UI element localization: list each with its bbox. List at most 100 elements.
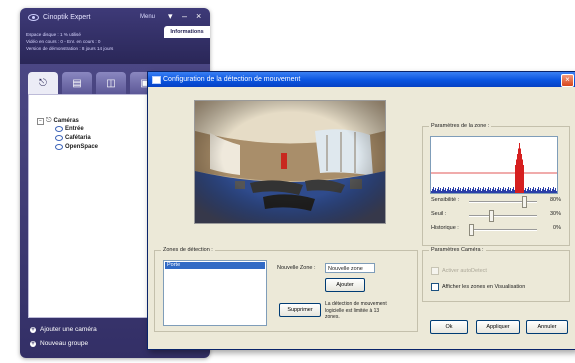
enable-detection-checkbox[interactable]: Activer autoDetect bbox=[431, 267, 487, 275]
histogram-bar bbox=[516, 159, 517, 193]
histogram-bar bbox=[457, 189, 458, 193]
tree-item-openspace[interactable]: OpenSpace bbox=[55, 144, 98, 150]
histogram-bar bbox=[484, 190, 485, 193]
new-group-label: Nouveau groupe bbox=[40, 340, 89, 347]
tree-item-cafetaria[interactable]: Cafétaria bbox=[55, 135, 91, 141]
threshold-label: Seuil : bbox=[431, 211, 447, 217]
histogram-bar bbox=[439, 190, 440, 193]
show-zones-checkbox[interactable]: Afficher les zones en Visualisation bbox=[431, 283, 525, 291]
histogram-bar bbox=[549, 190, 550, 193]
history-slider[interactable]: Historique : 0% bbox=[431, 223, 561, 236]
zone-params-label: Paramètres de la zone : bbox=[429, 123, 492, 129]
histogram-bar bbox=[460, 188, 461, 193]
slider-track[interactable] bbox=[469, 201, 537, 203]
histogram-bar bbox=[525, 188, 526, 193]
histogram-bar bbox=[517, 154, 518, 193]
plus-icon: + bbox=[30, 326, 36, 333]
sensitivity-slider[interactable]: Sensibilité : 80% bbox=[431, 195, 561, 208]
histogram-bar bbox=[515, 165, 516, 193]
camera-preview[interactable] bbox=[194, 100, 386, 224]
histogram-bar bbox=[491, 191, 492, 193]
tree-item-entree[interactable]: Entrée bbox=[55, 126, 84, 132]
histogram-bar bbox=[431, 191, 432, 193]
histogram-bar bbox=[524, 190, 525, 193]
histogram-bar bbox=[538, 187, 539, 193]
histogram-bar bbox=[434, 190, 435, 193]
histogram-bar bbox=[482, 189, 483, 193]
histogram-bar bbox=[504, 190, 505, 193]
histogram-bar bbox=[479, 190, 480, 193]
new-group-link[interactable]: + Nouveau groupe bbox=[30, 340, 88, 347]
tab-monitor[interactable]: ▤ bbox=[62, 72, 92, 94]
histogram-bar bbox=[481, 191, 482, 193]
tree-item-label: OpenSpace bbox=[65, 144, 99, 150]
camera-eye-icon bbox=[55, 126, 63, 132]
histogram-bar bbox=[554, 190, 555, 193]
histogram-bar bbox=[489, 190, 490, 193]
plus-icon: + bbox=[30, 340, 36, 347]
dialog-close-button[interactable]: × bbox=[561, 74, 574, 87]
monitor-icon: ▤ bbox=[72, 77, 82, 89]
dialog-title: Configuration de la détection de mouveme… bbox=[163, 76, 301, 83]
histogram-bar bbox=[521, 154, 522, 193]
list-item[interactable]: Porte bbox=[165, 262, 265, 269]
histogram-bar bbox=[544, 190, 545, 193]
histogram-bar bbox=[464, 190, 465, 193]
add-camera-link[interactable]: + Ajouter une caméra bbox=[30, 326, 97, 333]
histogram-bar bbox=[503, 187, 504, 193]
histogram-bar bbox=[514, 190, 515, 193]
histogram-bar bbox=[531, 191, 532, 193]
detection-zones-group: Zones de détection : Porte Nouvelle Zone… bbox=[154, 247, 418, 332]
histogram-bar bbox=[476, 191, 477, 193]
tree-item-label: Cafétaria bbox=[65, 135, 91, 141]
histogram-bar bbox=[466, 191, 467, 193]
new-zone-input[interactable]: Nouvelle zone bbox=[325, 263, 375, 273]
camera-params-label: Paramètres Caméra : bbox=[429, 247, 486, 253]
histogram-bar bbox=[488, 187, 489, 193]
histogram-bar bbox=[540, 188, 541, 193]
zones-list[interactable]: Porte bbox=[163, 260, 267, 326]
slider-track[interactable] bbox=[469, 229, 537, 231]
eye-logo-icon bbox=[28, 14, 39, 21]
slider-track[interactable] bbox=[469, 215, 537, 217]
menu-dropdown-icon[interactable]: ▾ bbox=[168, 11, 173, 22]
histogram-bar bbox=[432, 189, 433, 193]
histogram-bar bbox=[471, 191, 472, 193]
histogram-bar bbox=[551, 191, 552, 193]
history-thumb[interactable] bbox=[469, 224, 474, 236]
histogram-bar bbox=[535, 188, 536, 193]
histogram-bar bbox=[433, 187, 434, 193]
add-zone-button[interactable]: Ajouter bbox=[325, 278, 365, 292]
zone-params-group: Paramètres de la zone : Sensibilité : 80… bbox=[422, 123, 570, 246]
ok-button[interactable]: Ok bbox=[430, 320, 468, 334]
tree-root[interactable]: − ⎋ Caméras bbox=[37, 117, 79, 125]
histogram-bar bbox=[473, 187, 474, 193]
histogram-bar bbox=[494, 190, 495, 193]
checkbox-box[interactable] bbox=[431, 267, 439, 275]
histogram-bar bbox=[483, 187, 484, 193]
histogram-bar bbox=[553, 187, 554, 193]
histogram-bar bbox=[523, 165, 524, 193]
tab-cameras[interactable]: ⎋ bbox=[28, 72, 58, 94]
dialog-title-bar[interactable]: Configuration de la détection de mouveme… bbox=[148, 72, 575, 87]
sensitivity-thumb[interactable] bbox=[521, 196, 527, 208]
tab-layout[interactable]: ◫ bbox=[96, 72, 126, 94]
minimize-button[interactable]: – bbox=[182, 11, 187, 21]
tab-informations[interactable]: Informations bbox=[164, 26, 210, 38]
recording-status-text: Vidéo en cours : 0 - Enr. en cours : 0 bbox=[26, 39, 101, 44]
histogram-bar bbox=[451, 191, 452, 193]
delete-zone-button[interactable]: Supprimer bbox=[279, 303, 321, 317]
histogram-bar bbox=[468, 187, 469, 193]
histogram-bar bbox=[470, 188, 471, 193]
threshold-thumb[interactable] bbox=[488, 210, 494, 222]
histogram-bar bbox=[519, 143, 520, 193]
close-button[interactable]: × bbox=[196, 11, 201, 21]
collapse-icon[interactable]: − bbox=[37, 117, 44, 125]
threshold-slider[interactable]: Seuil : 30% bbox=[431, 209, 561, 222]
histogram-bar bbox=[539, 190, 540, 193]
cancel-button[interactable]: Annuler bbox=[526, 320, 568, 334]
histogram-bar bbox=[456, 191, 457, 193]
menu-button[interactable]: Menu bbox=[140, 14, 155, 20]
apply-button[interactable]: Appliquer bbox=[476, 320, 520, 334]
checkbox-box[interactable] bbox=[431, 283, 439, 291]
